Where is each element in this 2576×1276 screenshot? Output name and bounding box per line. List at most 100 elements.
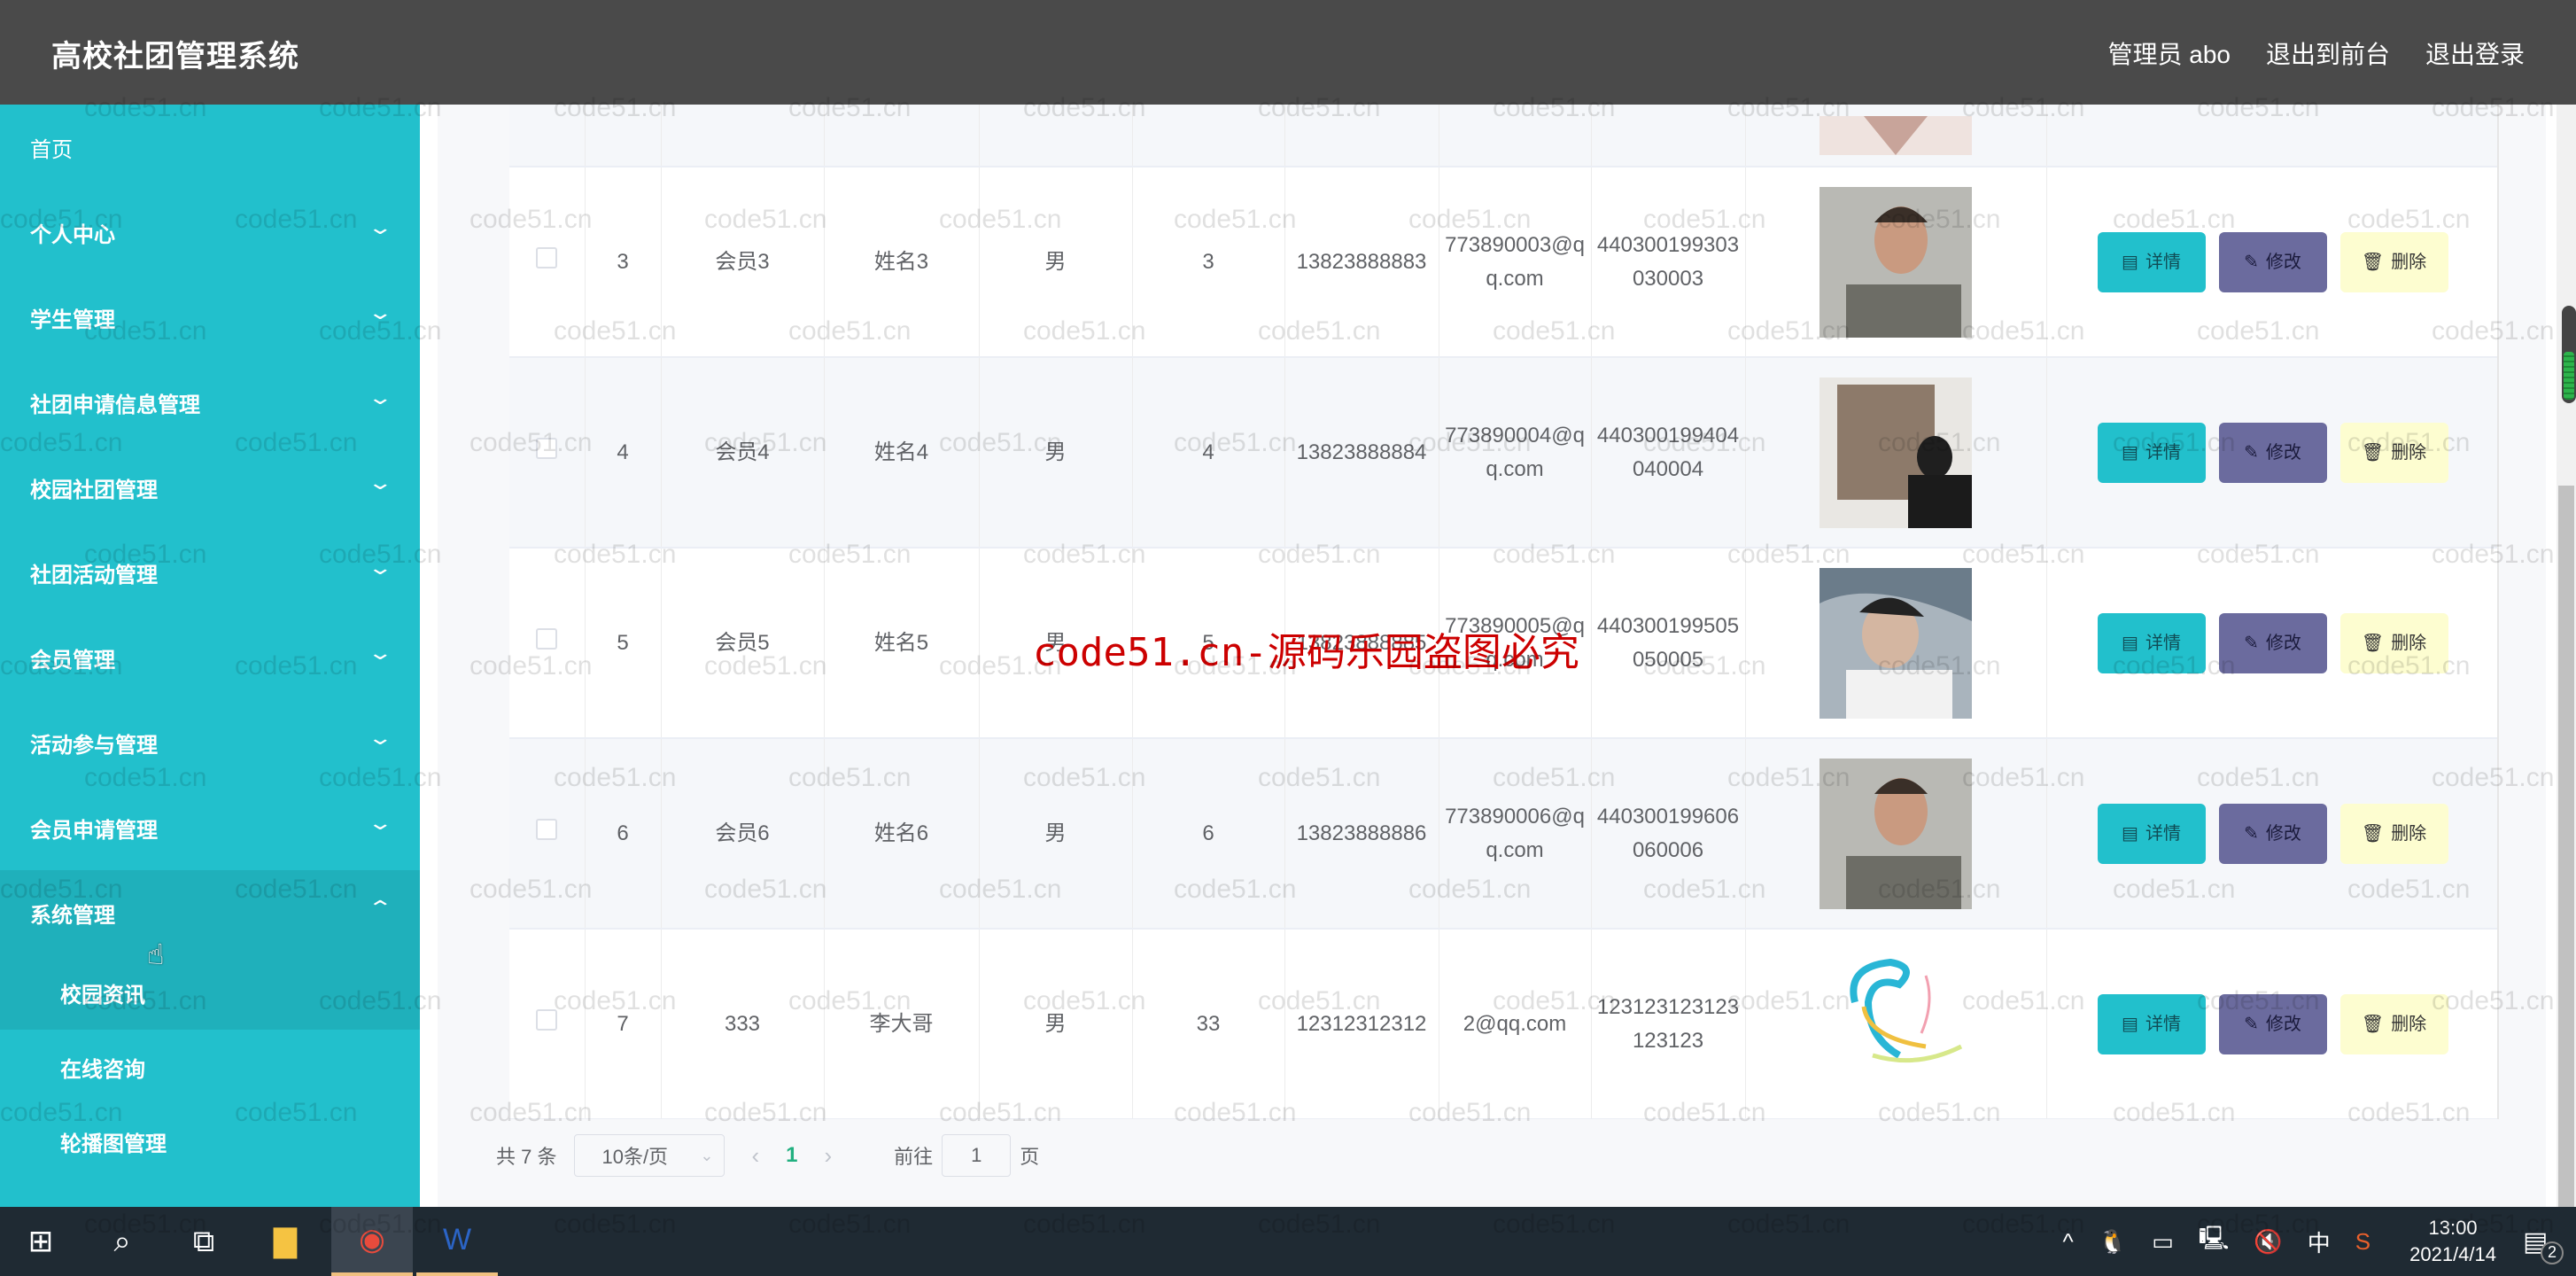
qq-icon[interactable]: 🐧 <box>2099 1228 2127 1256</box>
sidebar-subitem-carousel[interactable]: 轮播图管理 <box>0 1104 420 1179</box>
row-checkbox[interactable] <box>536 1008 558 1031</box>
cell-gender: 男 <box>979 929 1133 1119</box>
photo-thumbnail[interactable] <box>1819 567 1972 719</box>
cell-index: 4 <box>585 357 662 549</box>
detail-button[interactable]: ▤ 详情 <box>2097 993 2206 1054</box>
sidebar-item-campus-clubs[interactable]: 校园社团管理 ⌄ <box>0 445 420 530</box>
row-checkbox[interactable] <box>536 246 558 268</box>
table-row: 4 会员4 姓名4 男 4 13823888884 773890004@qq.c… <box>509 357 2497 549</box>
table-row: 6 会员6 姓名6 男 6 13823888886 773890006@qq.c… <box>509 738 2497 930</box>
document-icon: ▤ <box>2122 442 2138 463</box>
photo-thumbnail[interactable] <box>1819 377 1972 528</box>
sidebar-subitem-label: 校园资讯 <box>60 983 145 1008</box>
delete-button[interactable]: 🗑 删除 <box>2339 231 2448 292</box>
table-row: 3 会员3 姓名3 男 3 13823888883 773890003@qq.c… <box>509 167 2497 358</box>
chrome-icon[interactable]: ◉ <box>331 1207 413 1276</box>
photo-thumbnail[interactable] <box>1819 948 1972 1100</box>
sidebar: 首页 个人中心 ⌄ 学生管理 ⌄ 社团申请信息管理 ⌄ 校园社团管理 ⌄ 社团活动管理 ⌄… <box>0 105 420 1207</box>
delete-button[interactable]: 🗑 删除 <box>2339 612 2448 673</box>
edit-button[interactable]: ✎ 修改 <box>2218 612 2327 673</box>
detail-button[interactable]: ▤ 详情 <box>2097 231 2206 292</box>
logout-link[interactable]: 退出登录 <box>2425 35 2525 71</box>
cell-gender: 男 <box>979 738 1133 930</box>
page-size-select[interactable]: 10条/页 ⌄ <box>574 1134 725 1177</box>
ime-indicator[interactable]: 中 <box>2308 1225 2331 1258</box>
sidebar-subitem-label: 在线咨询 <box>60 1057 145 1082</box>
row-checkbox[interactable] <box>536 627 558 650</box>
sidebar-item-activity-participation[interactable]: 活动参与管理 ⌄ <box>0 700 420 785</box>
cell-email: 773890003@qq.com <box>1439 167 1592 358</box>
vertical-scrollbar[interactable] <box>2557 105 2576 1212</box>
current-user-label[interactable]: 管理员 abo <box>2107 35 2231 71</box>
scrollbar-thumb[interactable] <box>2558 486 2574 1212</box>
delete-button[interactable]: 🗑 删除 <box>2339 803 2448 864</box>
delete-button[interactable]: 🗑 删除 <box>2339 422 2448 483</box>
clock[interactable]: 13:00 2021/4/14 <box>2409 1215 2496 1268</box>
trash-icon: 🗑 <box>2361 252 2385 272</box>
detail-button[interactable]: ▤ 详情 <box>2097 422 2206 483</box>
cell-id-card: 440300199303030003 <box>1591 167 1746 358</box>
pencil-icon: ✎ <box>2244 633 2259 653</box>
row-checkbox[interactable] <box>536 437 558 459</box>
sidebar-subitem-campus-news[interactable]: 校园资讯 <box>0 955 420 1030</box>
row-checkbox[interactable] <box>536 818 558 840</box>
sidebar-item-home[interactable]: 首页 <box>0 105 420 190</box>
chevron-down-icon: ⌄ <box>367 642 393 664</box>
chevron-down-icon: ⌄ <box>367 471 393 494</box>
sidebar-item-personal-center[interactable]: 个人中心 ⌄ <box>0 190 420 275</box>
sidebar-item-students[interactable]: 学生管理 ⌄ <box>0 275 420 360</box>
sogou-icon[interactable]: S <box>2355 1228 2370 1256</box>
detail-button[interactable]: ▤ 详情 <box>2097 612 2206 673</box>
notification-center-icon[interactable]: ▤ 2 <box>2523 1226 2576 1264</box>
file-explorer-icon[interactable]: ▇ <box>244 1207 326 1276</box>
cell-account: 会员5 <box>661 548 825 739</box>
network-icon[interactable]: 🖳 <box>2199 1222 2230 1261</box>
cell-age: 4 <box>1132 357 1285 549</box>
next-page-button[interactable]: › <box>825 1142 833 1170</box>
task-view-icon[interactable]: ⧉ <box>163 1207 244 1276</box>
goto-page-input[interactable]: 1 <box>942 1134 1012 1177</box>
search-icon[interactable]: ⌕ <box>81 1207 163 1276</box>
cell-id-card: 440300199404040004 <box>1591 357 1746 549</box>
battery-icon[interactable]: ▭ <box>2152 1228 2174 1256</box>
pencil-icon: ✎ <box>2244 1014 2259 1034</box>
cell-id-card: 123123123123123123 <box>1591 929 1746 1119</box>
edit-button[interactable]: ✎ 修改 <box>2218 993 2327 1054</box>
volume-muted-icon[interactable]: 🔇 <box>2254 1228 2282 1256</box>
word-icon[interactable]: W <box>416 1207 498 1276</box>
edit-button[interactable]: ✎ 修改 <box>2218 422 2327 483</box>
sidebar-subitem-online-consult[interactable]: 在线咨询 <box>0 1030 420 1104</box>
windows-start-icon[interactable]: ⊞ <box>0 1207 81 1276</box>
edit-button[interactable]: ✎ 修改 <box>2218 231 2327 292</box>
sidebar-item-system[interactable]: 系统管理 ⌃ <box>0 870 420 955</box>
cell-name: 姓名5 <box>824 548 980 739</box>
sidebar-item-members[interactable]: 会员管理 ⌄ <box>0 615 420 700</box>
chevron-down-icon: ⌄ <box>367 812 393 834</box>
detail-button[interactable]: ▤ 详情 <box>2097 803 2206 864</box>
cell-account: 会员3 <box>661 167 825 358</box>
cell-phone: 12312312312 <box>1284 929 1439 1119</box>
cell-gender: 男 <box>979 167 1133 358</box>
photo-thumbnail[interactable] <box>1819 758 1972 909</box>
cell-id-card: 440300199606060006 <box>1591 738 1746 930</box>
back-to-front-link[interactable]: 退出到前台 <box>2266 35 2390 71</box>
prev-page-button[interactable]: ‹ <box>751 1142 759 1170</box>
delete-button[interactable]: 🗑 删除 <box>2339 993 2448 1054</box>
page-number-current[interactable]: 1 <box>786 1143 797 1168</box>
pagination: 共 7 条 10条/页 ⌄ ‹ 1 › 前往 1 页 <box>496 1134 1039 1177</box>
document-icon: ▤ <box>2122 823 2138 844</box>
edit-button[interactable]: ✎ 修改 <box>2218 803 2327 864</box>
chevron-up-icon[interactable]: ^ <box>2063 1228 2074 1256</box>
cell-age: 3 <box>1132 167 1285 358</box>
trash-icon: 🗑 <box>2361 633 2385 653</box>
system-tray: ^ 🐧 ▭ 🖳 🔇 中 S 13:00 2021/4/14 ▤ 2 <box>2051 1207 2576 1276</box>
photo-thumbnail[interactable] <box>1819 186 1972 338</box>
sidebar-item-label: 首页 <box>30 137 73 162</box>
sidebar-item-club-activities[interactable]: 社团活动管理 ⌄ <box>0 530 420 615</box>
sidebar-item-member-applications[interactable]: 会员申请管理 ⌄ <box>0 785 420 870</box>
cell-email: 773890006@qq.com <box>1439 738 1592 930</box>
table-row-partial <box>509 105 2497 167</box>
document-icon: ▤ <box>2122 633 2138 653</box>
cell-index: 7 <box>585 929 662 1119</box>
sidebar-item-club-applications[interactable]: 社团申请信息管理 ⌄ <box>0 360 420 445</box>
